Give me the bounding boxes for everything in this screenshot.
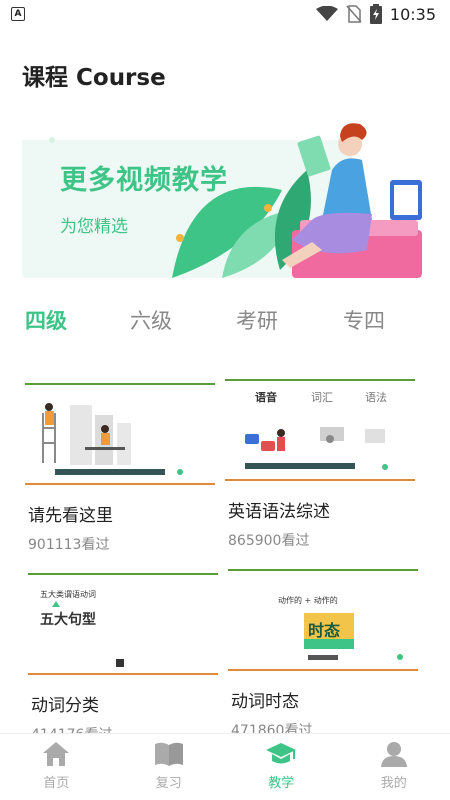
wifi-icon (315, 6, 338, 21)
course-thumbnail (25, 383, 215, 485)
nav-item-home[interactable]: 首页 (0, 734, 113, 800)
banner-subtitle: 为您精选 (60, 217, 128, 237)
thumb-main-text: 五大句型 (40, 612, 96, 628)
course-title: 动词时态 (231, 692, 299, 712)
nav-label: 教学 (268, 776, 295, 791)
tab-cet6[interactable]: 六级 (130, 305, 172, 335)
nav-label: 首页 (43, 776, 70, 791)
banner-title: 更多视频教学 (60, 165, 228, 196)
thumb-main-text: 时态 (308, 621, 341, 640)
nav-label: 我的 (380, 776, 407, 791)
a-notification-icon: A (11, 7, 25, 21)
status-bar: A 10:35 (0, 0, 450, 28)
nav-item-teaching[interactable]: 教学 (225, 734, 338, 800)
thumb-label-pronunciation: 语音 (255, 391, 277, 404)
nav-item-profile[interactable]: 我的 (338, 734, 450, 800)
course-thumbnail: 动作的 + 动作的 时态 (228, 569, 418, 671)
home-icon (43, 742, 70, 766)
book-icon (154, 742, 183, 766)
course-title: 请先看这里 (28, 506, 113, 526)
user-icon (380, 742, 407, 767)
battery-charging-icon (369, 4, 382, 24)
nav-label: 复习 (155, 776, 182, 791)
course-thumbnail: 语音 词汇 语法 (225, 379, 415, 481)
course-card[interactable]: 动作的 + 动作的 时态 动词时态 471860看过 (228, 569, 418, 740)
promo-banner[interactable]: 更多视频教学 为您精选 (22, 110, 422, 278)
thumb-small-text: 动作的 + 动作的 (278, 596, 338, 605)
course-card[interactable]: 语音 词汇 语法 英语语法综述 865900看过 (225, 379, 415, 550)
course-title: 动词分类 (31, 696, 99, 716)
course-views: 901113看过 (28, 537, 110, 553)
no-sim-icon (346, 5, 362, 23)
course-card[interactable]: 请先看这里 901113看过 (25, 383, 215, 554)
bottom-nav: 首页 复习 教学 我的 (0, 733, 450, 800)
level-tabs: 四级 六级 考研 专四 (0, 305, 450, 345)
course-thumbnail: 五大类谓语动词 五大句型 (28, 573, 218, 675)
tab-cet4[interactable]: 四级 (25, 305, 67, 335)
course-views: 865900看过 (228, 533, 310, 549)
status-time: 10:35 (389, 4, 436, 24)
nav-item-review[interactable]: 复习 (113, 734, 226, 800)
thumb-label-grammar: 语法 (365, 391, 387, 404)
thumb-small-text: 五大类谓语动词 (40, 590, 96, 599)
graduation-cap-icon (266, 743, 297, 764)
tab-tem4[interactable]: 专四 (343, 305, 385, 335)
page-title: 课程 Course (22, 65, 166, 91)
course-title: 英语语法综述 (228, 502, 330, 522)
tab-kaoyan[interactable]: 考研 (236, 305, 278, 335)
thumb-label-vocabulary: 词汇 (311, 391, 333, 404)
course-card[interactable]: 五大类谓语动词 五大句型 动词分类 414176看过 (28, 573, 218, 744)
